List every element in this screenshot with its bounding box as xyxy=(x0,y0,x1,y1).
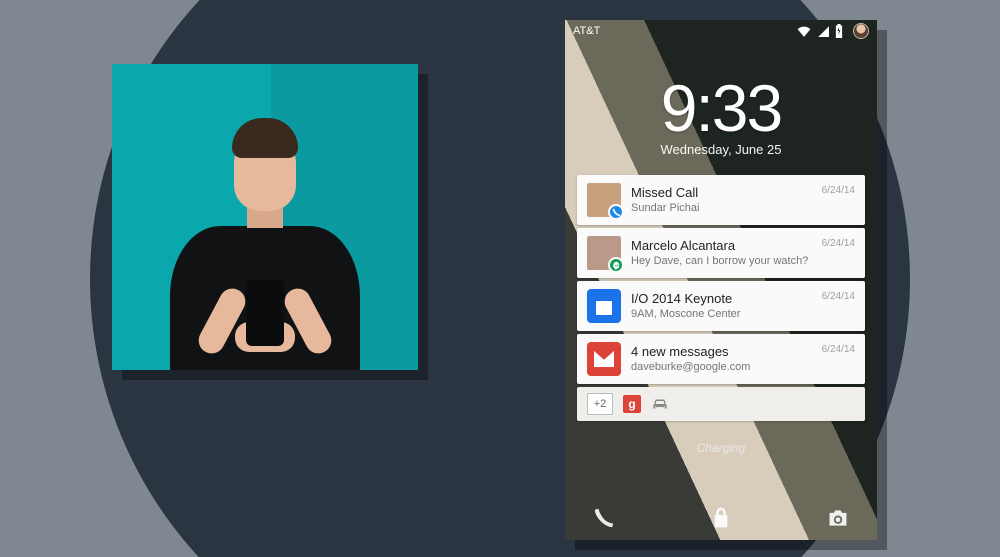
notification-missed-call[interactable]: Missed Call Sundar Pichai 6/24/14 xyxy=(577,175,865,225)
lock-icon[interactable] xyxy=(708,505,734,531)
hangouts-icon xyxy=(608,257,624,273)
dialer-shortcut-icon[interactable] xyxy=(591,505,617,531)
overflow-count: +2 xyxy=(587,393,613,415)
notification-subtitle: Hey Dave, can I borrow your watch? xyxy=(631,254,812,268)
notification-title: I/O 2014 Keynote xyxy=(631,291,812,307)
notification-gmail[interactable]: 4 new messages daveburke@google.com 6/24… xyxy=(577,334,865,384)
notification-hangouts[interactable]: Marcelo Alcantara Hey Dave, can I borrow… xyxy=(577,228,865,278)
user-avatar-icon[interactable] xyxy=(853,23,869,39)
google-plus-icon: g xyxy=(623,395,641,413)
battery-charging-icon xyxy=(835,24,843,38)
contact-avatar xyxy=(587,183,621,217)
clock-time: 9:33 xyxy=(565,70,877,146)
gmail-icon xyxy=(587,342,621,376)
phone-lockscreen: AT&T 9:33 Wednesday, June 25 xyxy=(565,20,877,540)
status-bar: AT&T xyxy=(565,20,877,40)
notification-date: 6/24/14 xyxy=(822,344,855,355)
calendar-icon xyxy=(587,289,621,323)
notification-date: 6/24/14 xyxy=(822,185,855,196)
phone-icon xyxy=(608,204,624,220)
notification-subtitle: Sundar Pichai xyxy=(631,201,812,215)
notification-date: 6/24/14 xyxy=(822,238,855,249)
status-icons xyxy=(797,23,869,39)
car-icon xyxy=(651,395,669,413)
wifi-icon xyxy=(797,25,811,37)
cell-signal-icon xyxy=(817,25,829,37)
clock-block: 9:33 Wednesday, June 25 xyxy=(565,70,877,157)
clock-date: Wednesday, June 25 xyxy=(565,142,877,157)
lockscreen-nav xyxy=(565,496,877,540)
camera-shortcut-icon[interactable] xyxy=(825,505,851,531)
presenter-figure xyxy=(165,96,365,370)
notification-title: Missed Call xyxy=(631,185,812,201)
notification-calendar[interactable]: I/O 2014 Keynote 9AM, Moscone Center 6/2… xyxy=(577,281,865,331)
presenter-panel xyxy=(112,64,418,370)
notification-subtitle: daveburke@google.com xyxy=(631,360,812,374)
notification-title: Marcelo Alcantara xyxy=(631,238,812,254)
carrier-label: AT&T xyxy=(573,25,600,37)
notification-list: Missed Call Sundar Pichai 6/24/14 Marcel… xyxy=(577,175,865,384)
charging-label: Charging xyxy=(565,441,877,455)
notification-title: 4 new messages xyxy=(631,344,812,360)
notification-overflow[interactable]: +2 g xyxy=(577,387,865,421)
contact-avatar xyxy=(587,236,621,270)
notification-subtitle: 9AM, Moscone Center xyxy=(631,307,812,321)
notification-date: 6/24/14 xyxy=(822,291,855,302)
